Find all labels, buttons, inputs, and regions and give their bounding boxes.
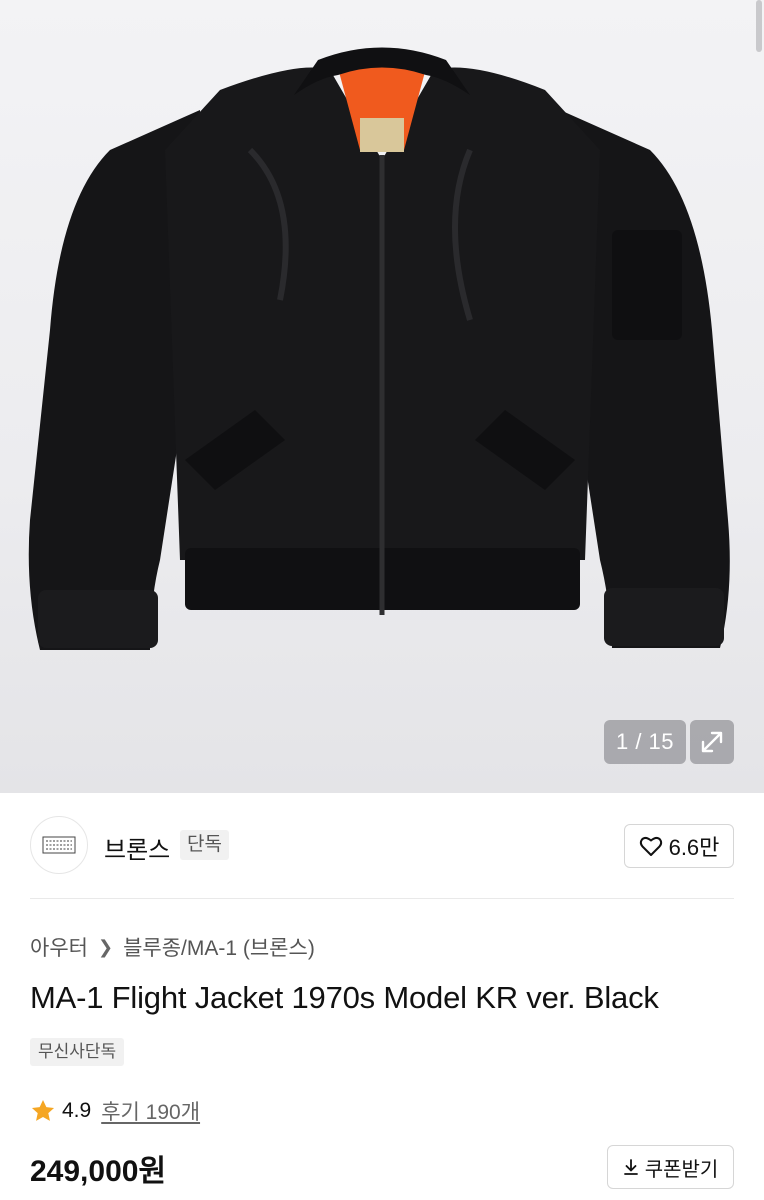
brand-row: 브론스 단독 6.6만	[30, 816, 734, 876]
product-title: MA-1 Flight Jacket 1970s Model KR ver. B…	[30, 980, 659, 1015]
rating-score: 4.9	[62, 1099, 92, 1122]
coupon-label: 쿠폰받기	[644, 1158, 719, 1181]
chevron-right-icon: ❯	[97, 936, 114, 957]
rating-row: 4.9 후기 190개	[30, 1096, 200, 1126]
expand-icon	[701, 731, 723, 753]
star-icon	[31, 1099, 55, 1121]
product-image-gallery[interactable]: 1 / 15	[0, 0, 764, 793]
brand-name[interactable]: 브론스	[104, 830, 170, 865]
like-button[interactable]: 6.6만	[624, 824, 734, 868]
like-count: 6.6만	[668, 835, 720, 860]
divider	[30, 898, 734, 899]
breadcrumb-subcategory[interactable]: 블루종/MA-1 (브론스)	[123, 932, 315, 962]
brand-exclusive-tag: 단독	[180, 830, 229, 860]
product-price: 249,000원	[30, 1155, 167, 1188]
exclusive-badge: 무신사단독	[30, 1038, 125, 1066]
scrollbar[interactable]	[756, 0, 762, 52]
brand-logo[interactable]	[30, 816, 88, 874]
product-image	[28, 47, 730, 650]
reviews-link[interactable]: 후기 190개	[101, 1096, 200, 1126]
download-icon	[623, 1159, 638, 1175]
coupon-button[interactable]: 쿠폰받기	[607, 1145, 734, 1189]
image-counter: 1 / 15	[604, 720, 686, 764]
breadcrumb: 아우터 ❯ 블루종/MA-1 (브론스)	[30, 932, 315, 962]
expand-button[interactable]	[690, 720, 734, 764]
breadcrumb-category[interactable]: 아우터	[30, 932, 88, 962]
brand-logo-icon	[42, 836, 76, 854]
heart-icon	[639, 837, 662, 856]
